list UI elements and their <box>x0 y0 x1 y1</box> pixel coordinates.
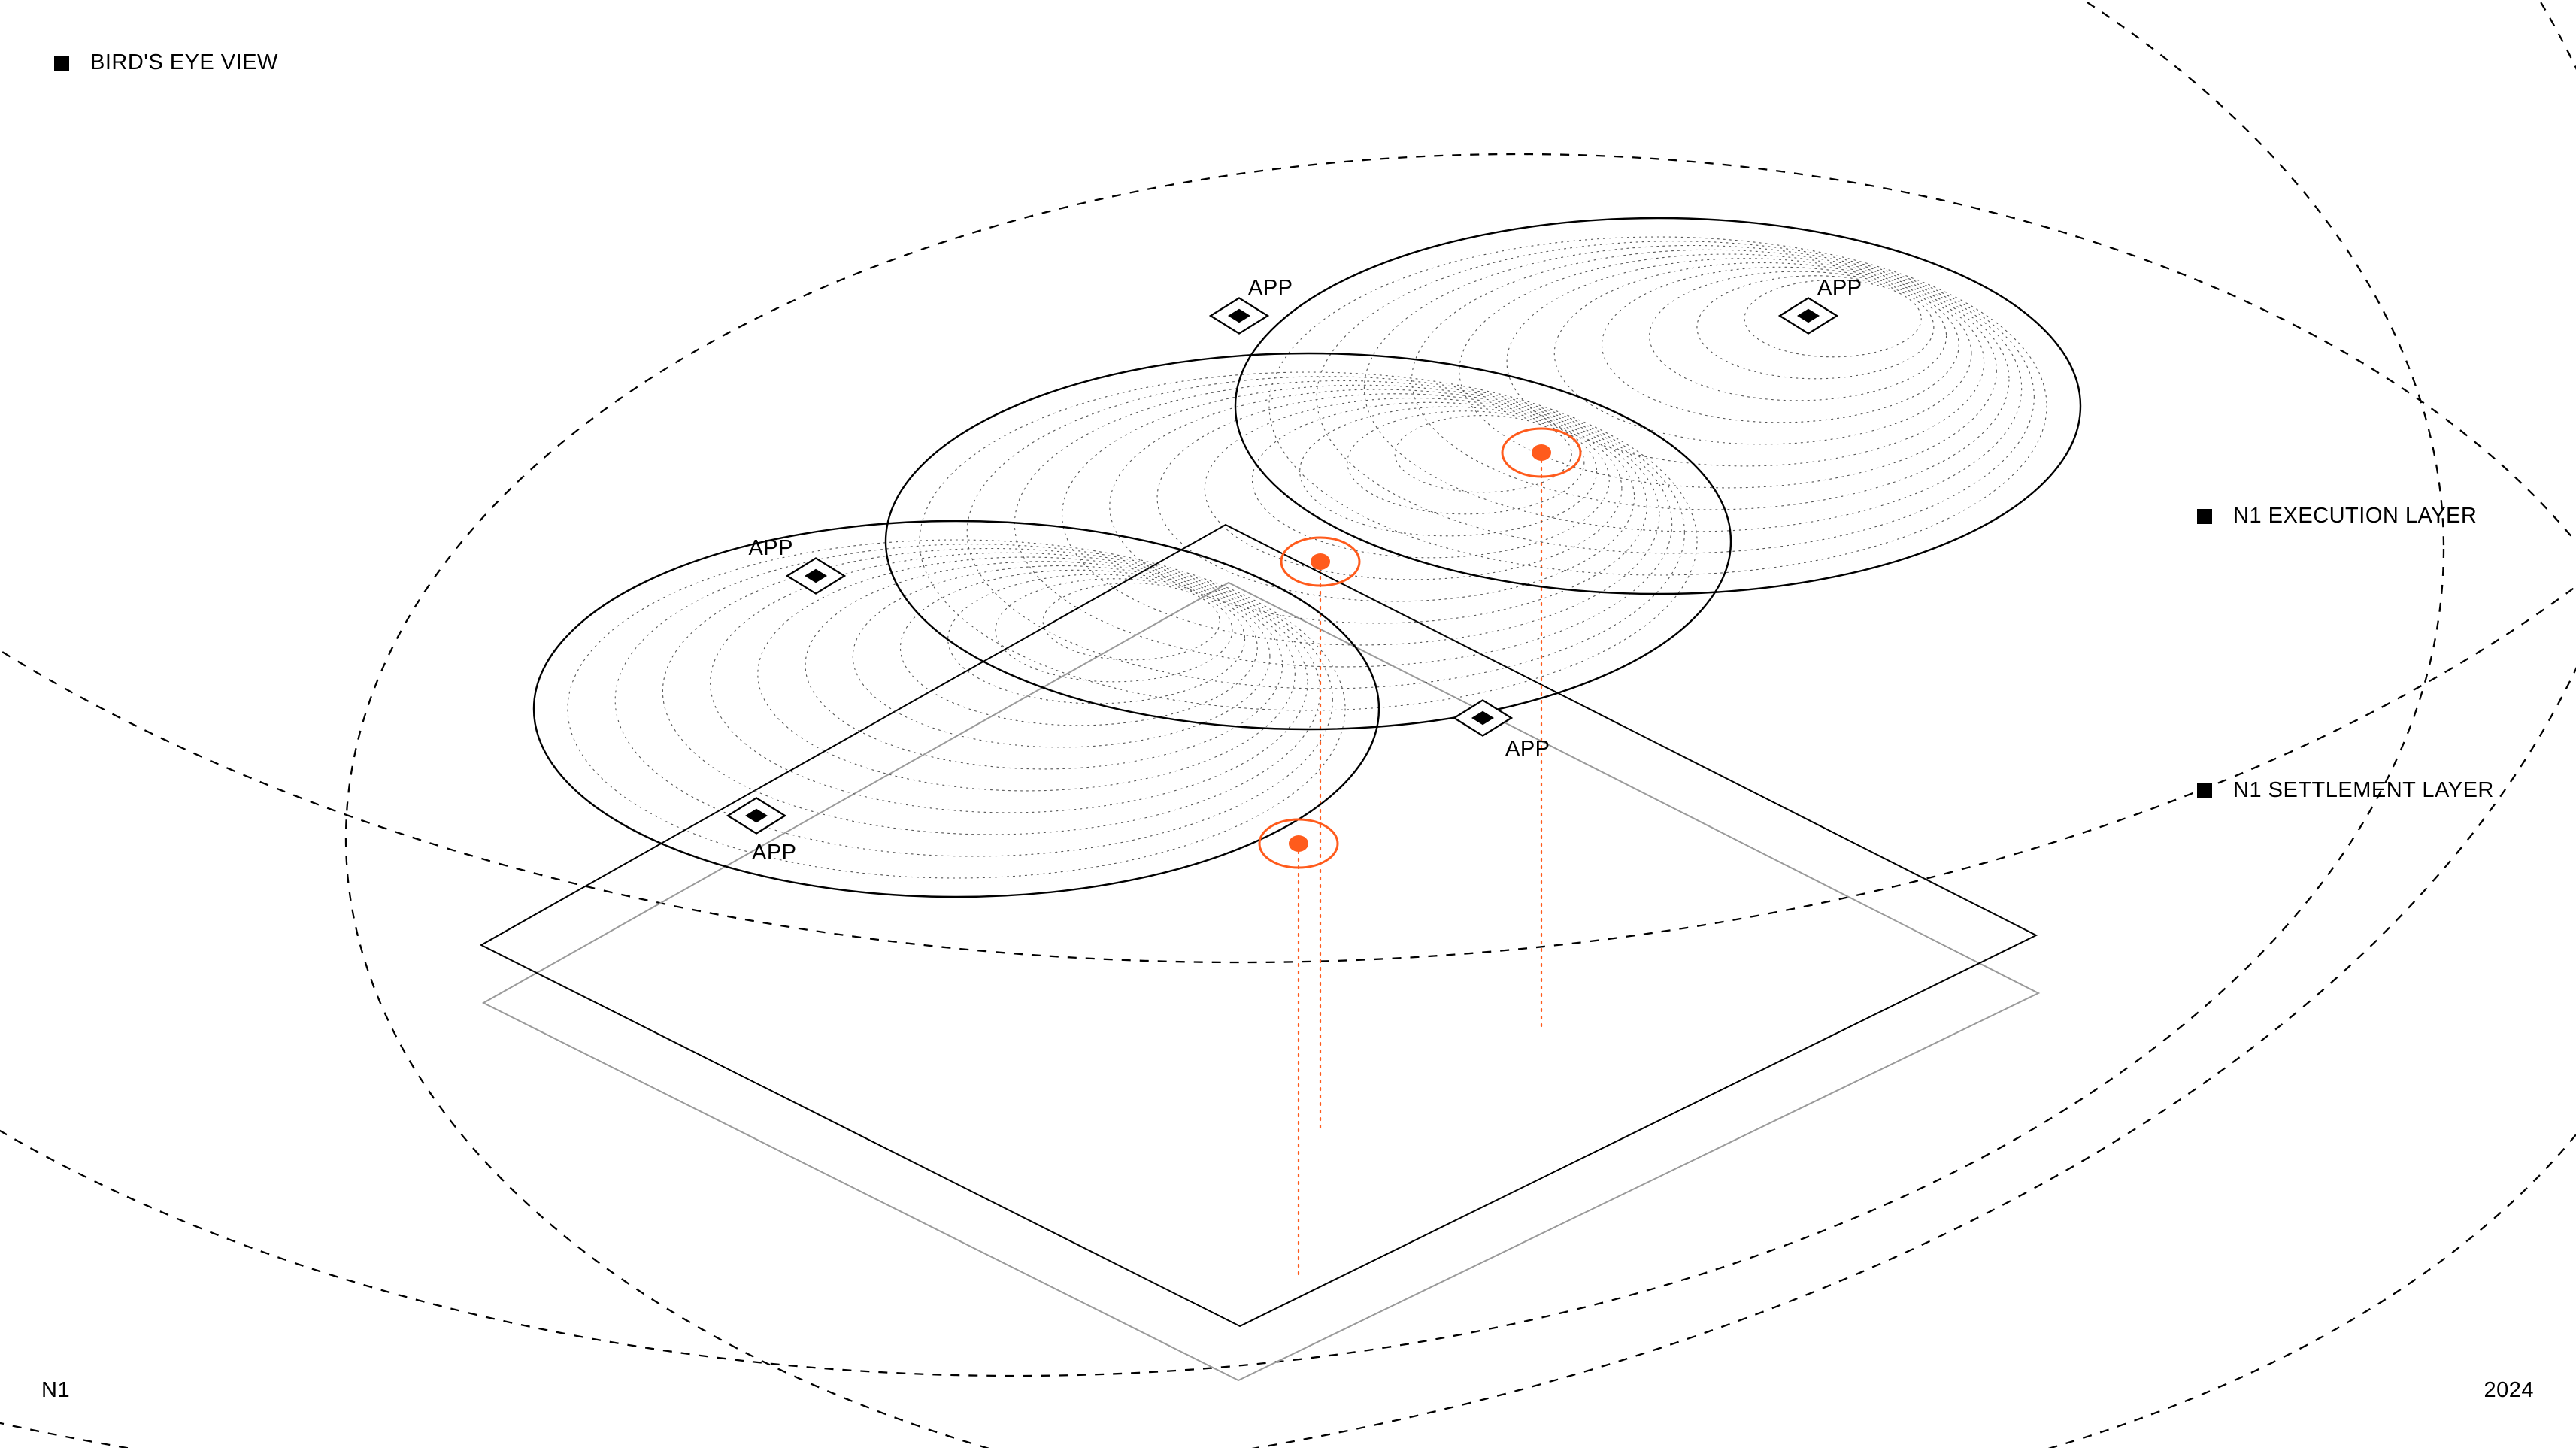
footer-left: N1 <box>41 1378 70 1402</box>
execution-ellipse <box>886 353 1731 729</box>
execution-layer-label: N1 EXECUTION LAYER <box>2197 504 2477 528</box>
execution-ellipse <box>1235 218 2080 594</box>
settlement-plane <box>483 583 2038 1380</box>
app-label: APP <box>1248 276 1293 300</box>
settlement-layer-label: N1 SETTLEMENT LAYER <box>2197 778 2494 802</box>
app_tr: APP <box>1780 276 1862 334</box>
execution-plane <box>481 525 2036 1326</box>
app_ml: APP <box>748 536 844 594</box>
swirl-field <box>1269 237 2047 575</box>
app-label: APP <box>1817 276 1862 300</box>
execution-layer-label-text: N1 EXECUTION LAYER <box>2233 504 2477 528</box>
app_mr: APP <box>1454 700 1550 761</box>
swirl-field <box>568 540 1345 878</box>
background-arc <box>0 0 2576 1448</box>
page-title: BIRD'S EYE VIEW <box>54 50 278 74</box>
app_tl: APP <box>1211 276 1293 334</box>
background-arc <box>0 0 2576 962</box>
app-label: APP <box>752 841 797 865</box>
swirl-field <box>920 372 1697 710</box>
app-label: APP <box>748 536 793 560</box>
settlement-layer-label-text: N1 SETTLEMENT LAYER <box>2233 778 2494 802</box>
background-arc <box>0 0 2444 1376</box>
footer-right: 2024 <box>2484 1378 2534 1402</box>
page-title-text: BIRD'S EYE VIEW <box>90 50 278 74</box>
app-label: APP <box>1505 737 1550 761</box>
